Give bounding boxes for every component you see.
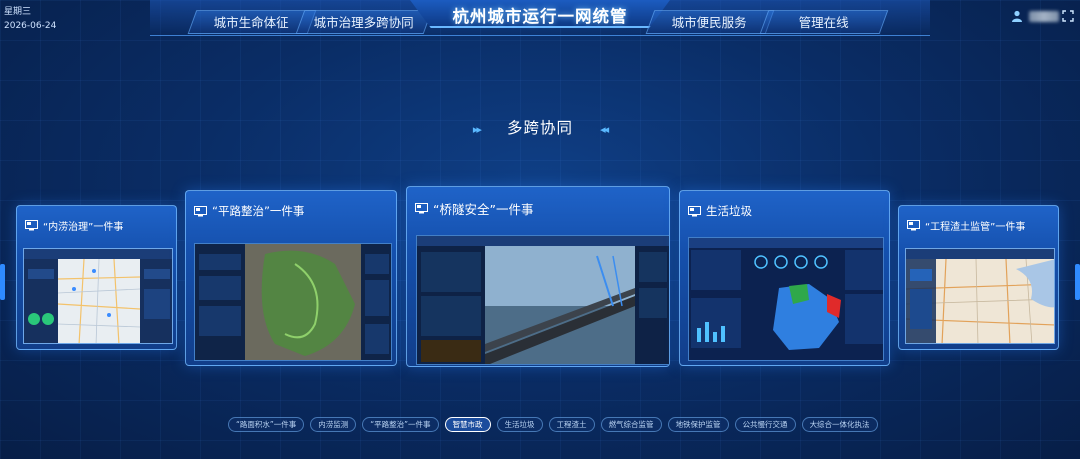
pill-road-ponding[interactable]: “路面积水”一件事 (228, 417, 305, 432)
monitor-icon (907, 220, 920, 231)
nav-tab-label: 城市便民服务 (672, 15, 748, 30)
user-name-redacted (1029, 11, 1059, 22)
date-block: 星期三 2026-06-24 (4, 5, 56, 33)
card-title: 生活垃圾 (706, 204, 752, 218)
card-waterlogging[interactable]: “内涝治理”一件事 (16, 205, 177, 350)
weekday-text: 星期三 (4, 7, 32, 17)
card-road-repair[interactable]: “平路整治”一件事 (185, 190, 397, 366)
monitor-icon (194, 205, 207, 216)
section-title: ▸▸ 多跨协同 ◂◂ (0, 116, 1080, 138)
carousel-next-handle[interactable] (1075, 264, 1080, 300)
card-header: 生活垃圾 (688, 203, 752, 219)
fullscreen-icon[interactable] (1062, 10, 1074, 22)
date-text: 2026-06-24 (4, 21, 57, 31)
card-thumbnail (688, 237, 884, 361)
nav-tab-label: 城市生命体征 (214, 15, 290, 30)
chevron-left-icon: ◂◂ (600, 123, 609, 136)
card-header: “桥隧安全”一件事 (415, 199, 533, 218)
nav-tab-label: 管理在线 (798, 15, 849, 30)
pill-gas-supervision[interactable]: 燃气综合监管 (600, 417, 662, 432)
card-bridge-tunnel-safety[interactable]: “桥隧安全”一件事 (406, 186, 670, 367)
top-header: 星期三 2026-06-24 城市生命体征 城市治理多跨协同 杭州城市运行一网统… (0, 0, 1080, 40)
card-construction-waste[interactable]: “工程渣土监管”一件事 (898, 205, 1059, 350)
page-title: 杭州城市运行一网统管 (452, 7, 628, 26)
pill-road-repair[interactable]: “平路整治”一件事 (362, 417, 439, 432)
pill-construction-waste[interactable]: 工程渣土 (548, 417, 595, 432)
user-icon[interactable] (1011, 10, 1023, 22)
pill-waterlogging-monitoring[interactable]: 内涝监测 (310, 417, 357, 432)
pill-public-slow-traffic[interactable]: 公共慢行交通 (734, 417, 796, 432)
card-header: “内涝治理”一件事 (25, 218, 123, 233)
nav-tab-citizen-services[interactable]: 城市便民服务 (645, 10, 775, 34)
card-title: “平路整治”一件事 (212, 204, 305, 218)
monitor-icon (415, 203, 428, 214)
pill-household-waste[interactable]: 生活垃圾 (496, 417, 543, 432)
card-household-waste[interactable]: 生活垃圾 (679, 190, 890, 366)
card-title: “桥隧安全”一件事 (433, 202, 534, 217)
pill-metro-protection[interactable]: 地铁保护监管 (667, 417, 729, 432)
category-pill-row: “路面积水”一件事 内涝监测 “平路整治”一件事 智慧市政 生活垃圾 工程渣土 … (228, 417, 878, 433)
monitor-icon (688, 205, 701, 216)
pill-integrated-enforcement[interactable]: 大综合一体化执法 (801, 417, 878, 432)
card-thumbnail (23, 248, 173, 344)
card-header: “平路整治”一件事 (194, 203, 304, 219)
card-title: “工程渣土监管”一件事 (925, 222, 1026, 233)
card-title: “内涝治理”一件事 (43, 222, 124, 233)
nav-tab-label: 城市治理多跨协同 (313, 15, 414, 30)
chevron-right-icon: ▸▸ (472, 123, 482, 136)
nav-tab-management-online[interactable]: 管理在线 (759, 10, 889, 34)
card-header: “工程渣土监管”一件事 (907, 218, 1025, 233)
card-thumbnail (194, 243, 392, 361)
card-thumbnail (416, 235, 669, 365)
section-title-text: 多跨协同 (506, 119, 573, 137)
pill-smart-municipal[interactable]: 智慧市政 (444, 417, 491, 432)
carousel-prev-handle[interactable] (0, 264, 5, 300)
monitor-icon (25, 220, 38, 231)
card-thumbnail (905, 248, 1055, 344)
